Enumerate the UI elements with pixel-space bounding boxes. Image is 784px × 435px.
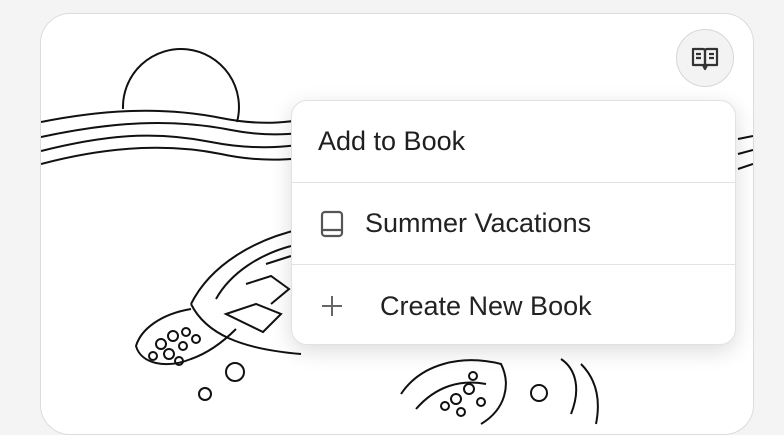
plus-icon [318, 292, 346, 320]
add-to-book-dropdown: Add to Book Summer Vacations Create New … [291, 100, 736, 345]
open-book-icon [691, 47, 719, 71]
menu-item-label: Summer Vacations [365, 208, 592, 238]
menu-item-summer-vacations[interactable]: Summer Vacations [292, 183, 735, 265]
menu-item-create-new-book[interactable]: Create New Book [292, 265, 735, 344]
book-icon [318, 210, 346, 238]
menu-item-label: Create New Book [380, 290, 592, 321]
add-to-book-button[interactable] [676, 29, 734, 87]
menu-title: Add to Book [292, 101, 735, 183]
